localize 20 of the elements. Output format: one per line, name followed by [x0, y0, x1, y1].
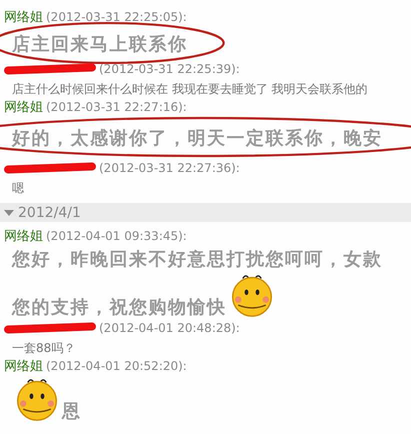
timestamp: (2012-03-31 22:25:05):	[46, 10, 187, 24]
sender-name: 网络姐	[4, 9, 43, 26]
date-header[interactable]: 2012/4/1	[0, 203, 411, 222]
message-text: 店主什么时候回来什么时候在 我现在要去睡觉了 我明天会联系他的	[12, 81, 368, 98]
sender-name: 网络姐	[4, 358, 43, 375]
timestamp: (2012-04-01 20:48:28):	[99, 321, 240, 335]
message-text: 店主回来马上联系你	[12, 33, 188, 56]
message-text: 您的支持，祝您购物愉快	[12, 296, 226, 319]
message-text: 一套88吗？	[12, 340, 76, 357]
timestamp: (2012-04-01 20:52:20):	[46, 359, 187, 373]
message-text: 恩	[62, 400, 82, 423]
timestamp: (2012-03-31 22:27:16):	[46, 100, 187, 114]
timestamp: (2012-03-31 22:25:39):	[99, 62, 240, 76]
sender-name: 网络姐	[4, 228, 43, 245]
message-text: 您好，昨晚回来不好意思打扰您呵呵，女款	[12, 248, 382, 271]
message-text: 嗯	[12, 180, 24, 197]
timestamp: (2012-04-01 09:33:45):	[46, 229, 187, 243]
sender-name: 网络姐	[4, 99, 43, 116]
timestamp: (2012-03-31 22:27:36):	[99, 161, 240, 175]
message-text: 好的，太感谢你了，明天一定联系你，晚安	[12, 127, 382, 150]
